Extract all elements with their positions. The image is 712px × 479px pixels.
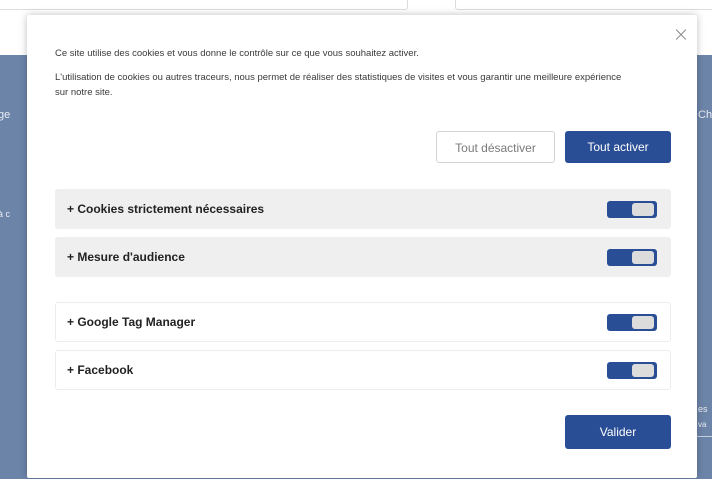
toggle-knob <box>632 203 654 216</box>
category-toggle-switch[interactable] <box>607 362 657 379</box>
background-text-fragment: va <box>698 420 707 429</box>
category-toggle-switch[interactable] <box>607 249 657 266</box>
cookie-description-text: L'utilisation de cookies ou autres trace… <box>55 72 622 98</box>
category-row-facebook[interactable]: + Facebook <box>55 350 671 390</box>
background-text-fragment: Ch <box>698 109 712 121</box>
category-label: + Mesure d'audience <box>67 250 185 264</box>
background-search-field <box>0 0 408 10</box>
category-label: + Cookies strictement nécessaires <box>67 202 265 216</box>
background-text-fragment: es <box>698 404 708 414</box>
cookie-consent-modal: × Ce site utilise des cookies et vous do… <box>27 15 697 478</box>
enable-all-button[interactable]: Tout activer <box>565 131 671 163</box>
background-text-fragment: ge <box>0 109 11 121</box>
toggle-knob <box>632 251 654 264</box>
disable-all-button[interactable]: Tout désactiver <box>436 131 555 163</box>
background-text-fragment: à c <box>0 209 11 219</box>
toggle-knob <box>632 316 654 329</box>
category-toggle-switch[interactable] <box>607 201 657 218</box>
background-secondary-field <box>455 0 712 10</box>
category-toggle-switch[interactable] <box>607 314 657 331</box>
category-label: + Facebook <box>67 363 134 377</box>
validate-button[interactable]: Valider <box>565 415 671 449</box>
category-row-audience-measurement[interactable]: + Mesure d'audience <box>55 237 671 277</box>
category-row-necessary-cookies[interactable]: + Cookies strictement nécessaires <box>55 189 671 229</box>
category-row-google-tag-manager[interactable]: + Google Tag Manager <box>55 302 671 342</box>
cookie-intro-text: Ce site utilise des cookies et vous donn… <box>55 48 419 59</box>
close-icon[interactable]: × <box>672 24 690 44</box>
category-label: + Google Tag Manager <box>67 315 196 329</box>
toggle-knob <box>632 364 654 377</box>
